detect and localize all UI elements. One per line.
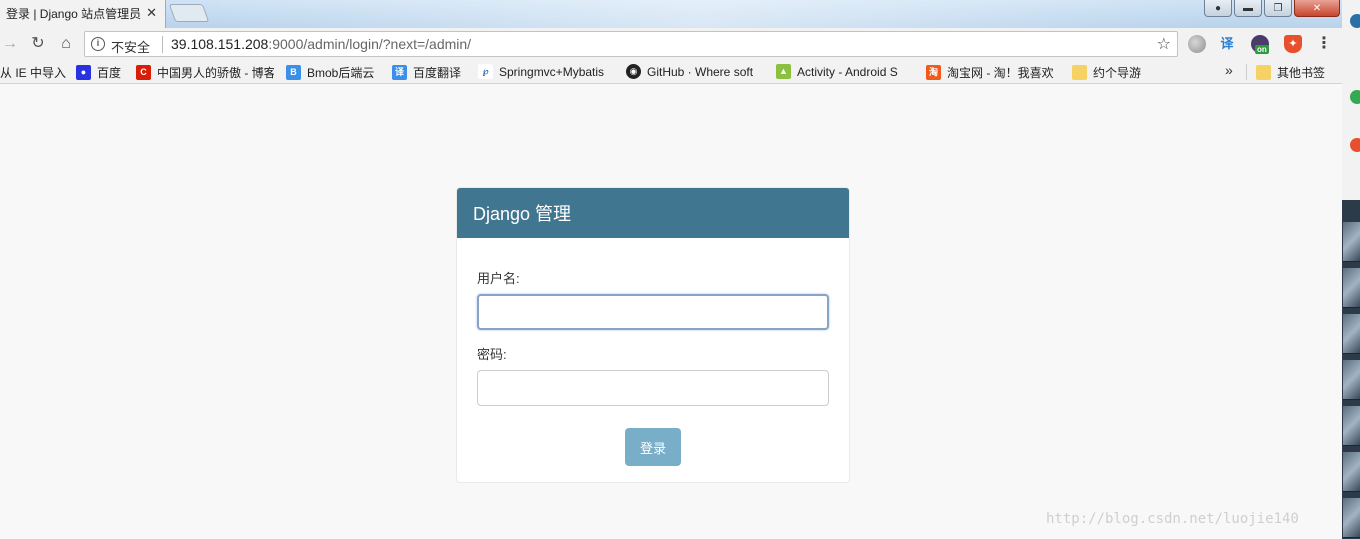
bookmarks-bar: 从 IE 中导入 ● 百度 C 中国男人的骄傲 - 博客 B Bmob后端云 译… <box>0 60 1342 84</box>
bookmark-item[interactable]: 从 IE 中导入 <box>0 64 66 81</box>
login-card: Django 管理 用户名: 密码: 登录 <box>456 187 850 483</box>
tab-title: 登录 | Django 站点管理员 <box>6 7 142 21</box>
desktop-thumbnail[interactable] <box>1343 268 1360 308</box>
bookmarks-overflow-icon[interactable]: » <box>1225 62 1233 78</box>
other-bookmarks-label: 其他书签 <box>1277 66 1326 80</box>
desktop-thumbnail[interactable] <box>1343 360 1360 400</box>
bookmark-item[interactable]: B Bmob后端云 <box>286 64 382 81</box>
extension-shield-icon[interactable]: ✦ <box>1284 35 1302 53</box>
security-label[interactable]: 不安全 <box>111 37 150 56</box>
bookmark-label: Activity - Android S <box>797 64 898 79</box>
cnblogs-icon: C <box>136 65 151 80</box>
other-bookmarks[interactable]: 其他书签 <box>1256 64 1340 81</box>
desktop-side-strip <box>1342 0 1360 539</box>
bookmark-label: GitHub · Where soft <box>647 64 754 79</box>
login-header: Django 管理 <box>457 188 849 238</box>
bookmark-item[interactable]: ▲ Activity - Android S <box>776 64 914 79</box>
android-icon: ▲ <box>776 64 791 79</box>
desktop-thumbnail[interactable] <box>1343 498 1360 538</box>
bookmark-item[interactable]: 约个导游 <box>1072 64 1148 81</box>
username-label: 用户名: <box>477 271 520 286</box>
github-icon: ◉ <box>626 64 641 79</box>
window-controls: ● ▬ ❐ ✕ <box>1204 0 1340 17</box>
new-tab-button[interactable] <box>168 4 210 22</box>
url-host: 39.108.151.208 <box>171 36 269 52</box>
login-button[interactable]: 登录 <box>625 428 681 466</box>
home-icon[interactable]: ⌂ <box>56 34 76 54</box>
bookmark-label: 约个导游 <box>1093 66 1142 80</box>
bookmark-label: 中国男人的骄傲 - 博客 <box>157 66 274 80</box>
extension-translate-icon[interactable]: 译 <box>1218 35 1236 53</box>
desktop-thumbnail[interactable] <box>1343 406 1360 446</box>
bookmark-item[interactable]: C 中国男人的骄傲 - 博客 <box>136 64 274 81</box>
bookmark-item[interactable]: 译 百度翻译 <box>392 64 468 81</box>
baidu-translate-icon: 译 <box>392 65 407 80</box>
titlebar-glow <box>200 0 1200 28</box>
window-user-icon[interactable]: ● <box>1204 0 1232 17</box>
bookmarks-separator <box>1246 64 1247 80</box>
browser-menu-icon[interactable]: ⋮ <box>1316 34 1332 54</box>
desktop-thumbnail[interactable] <box>1343 452 1360 492</box>
window-minimize-icon[interactable]: ▬ <box>1234 0 1262 17</box>
bookmark-item[interactable]: ◉ GitHub · Where soft <box>626 64 766 79</box>
bookmark-label: 百度 <box>97 66 122 80</box>
username-input[interactable] <box>477 294 829 330</box>
desktop-app-icon[interactable] <box>1350 138 1360 152</box>
username-row: 用户名: <box>477 268 829 330</box>
desktop-thumbnail[interactable] <box>1343 222 1360 262</box>
browser-tab-active[interactable]: 登录 | Django 站点管理员 ✕ <box>0 0 166 28</box>
submit-row: 登录 <box>477 420 829 466</box>
browser-titlebar: 登录 | Django 站点管理员 ✕ ● ▬ ❐ ✕ <box>0 0 1342 28</box>
password-label: 密码: <box>477 347 507 362</box>
bmob-icon: B <box>286 65 301 80</box>
address-url[interactable]: 39.108.151.208:9000/admin/login/?next=/a… <box>171 36 471 52</box>
extension-on-badge: on <box>1255 45 1269 54</box>
extension-globe-icon[interactable] <box>1188 35 1206 53</box>
bookmark-label: 从 IE 中导入 <box>0 66 66 80</box>
desktop-app-icon[interactable] <box>1350 14 1360 28</box>
address-separator <box>162 36 163 53</box>
address-bar[interactable]: i 不安全 39.108.151.208:9000/admin/login/?n… <box>84 31 1178 57</box>
site-title: Django 管理 <box>473 204 572 224</box>
folder-icon <box>1072 65 1087 80</box>
password-row: 密码: <box>477 344 829 406</box>
taobao-icon: 淘 <box>926 65 941 80</box>
reload-icon[interactable]: ↻ <box>28 34 48 54</box>
window-close-icon[interactable]: ✕ <box>1294 0 1340 17</box>
bookmark-item[interactable]: ● 百度 <box>76 64 128 81</box>
bookmark-label: 百度翻译 <box>413 66 462 80</box>
baidu-paw-icon: ● <box>76 65 91 80</box>
bookmark-label: Bmob后端云 <box>307 66 375 80</box>
desktop-thumbnail[interactable] <box>1343 314 1360 354</box>
url-path: :9000/admin/login/?next=/admin/ <box>268 36 472 52</box>
bookmark-star-icon[interactable]: ☆ <box>1157 34 1171 54</box>
folder-icon <box>1256 65 1271 80</box>
bookmark-label: Springmvc+Mybatis <box>499 64 605 79</box>
watermark-text: http://blog.csdn.net/luojie140 <box>1046 511 1299 527</box>
forward-icon[interactable]: → <box>0 34 20 54</box>
password-input[interactable] <box>477 370 829 406</box>
window-restore-icon[interactable]: ❐ <box>1264 0 1292 17</box>
extension-on-icon[interactable]: on <box>1251 35 1269 54</box>
bookmark-item[interactable]: ℘ Springmvc+Mybatis <box>478 64 616 79</box>
bookmark-label: 淘宝网 - 淘！我喜欢 <box>947 66 1054 80</box>
desktop-app-icon[interactable] <box>1350 90 1360 104</box>
info-icon[interactable]: i <box>91 37 105 51</box>
bookmark-item[interactable]: 淘 淘宝网 - 淘！我喜欢 <box>926 64 1062 81</box>
login-form: 用户名: 密码: 登录 <box>457 238 849 466</box>
tab-close-icon[interactable]: ✕ <box>146 5 157 21</box>
spring-swirl-icon: ℘ <box>478 64 493 79</box>
browser-toolbar: → ↻ ⌂ i 不安全 39.108.151.208:9000/admin/lo… <box>0 28 1342 60</box>
